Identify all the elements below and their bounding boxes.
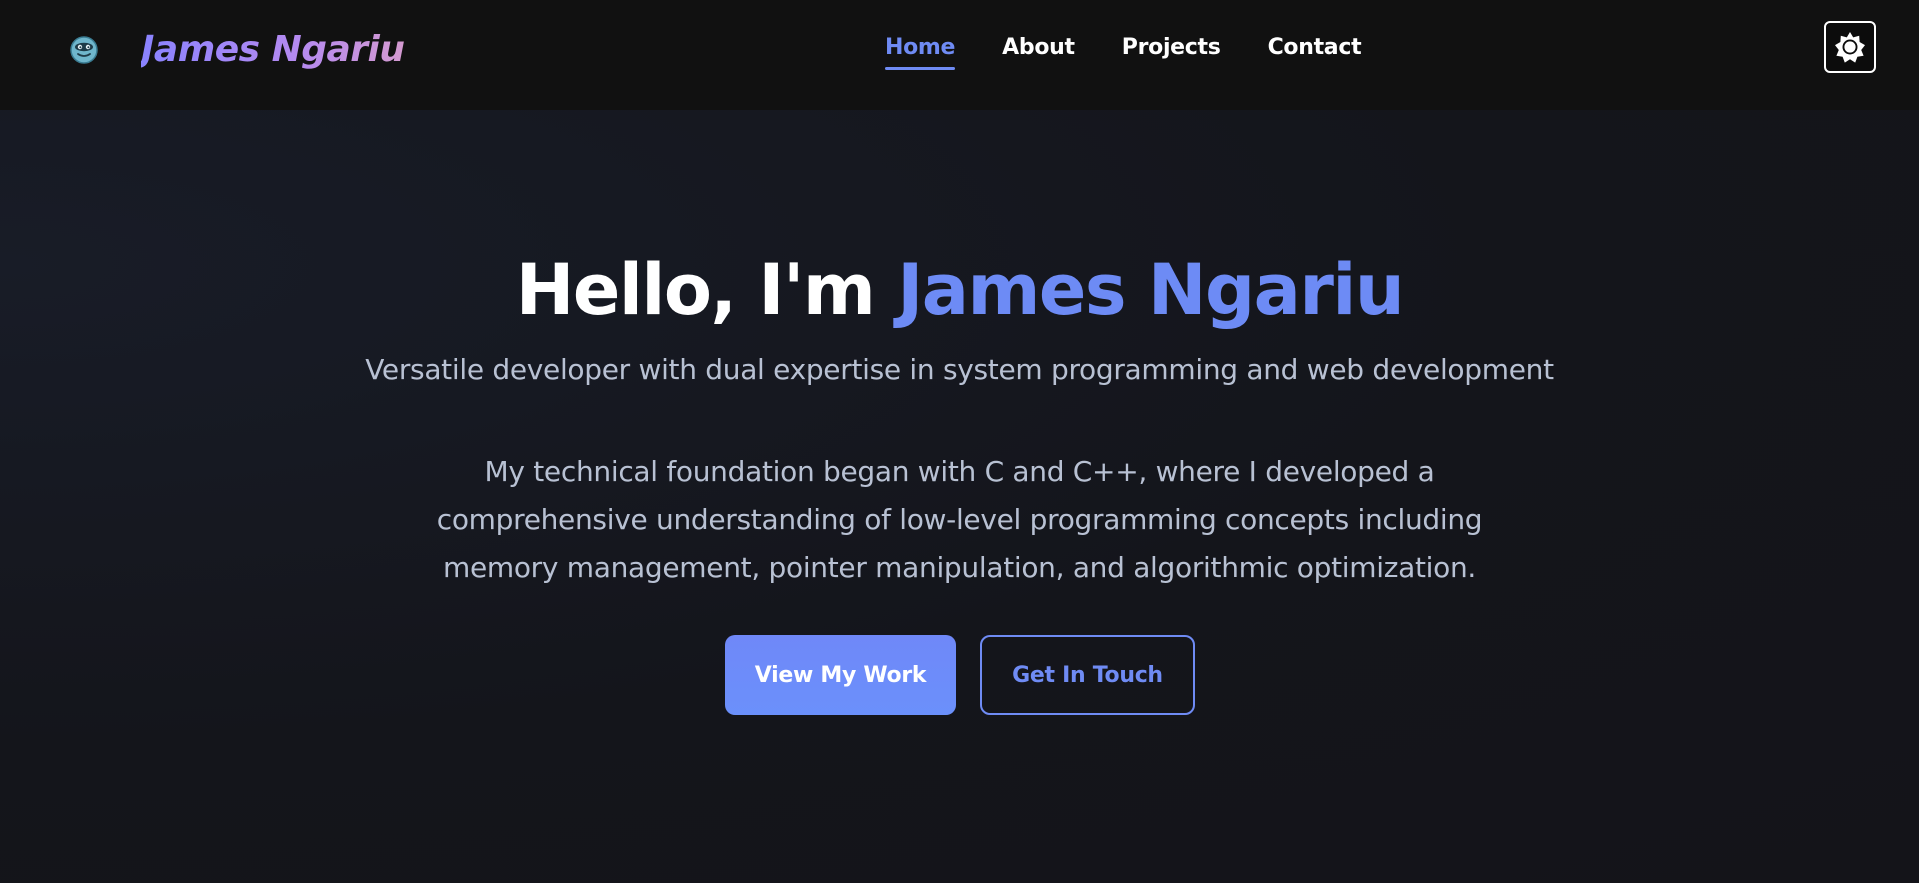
hero-subtitle: Versatile developer with dual expertise … [365,353,1554,386]
theme-toggle-button[interactable] [1824,21,1876,73]
nav-link-contact[interactable]: Contact [1268,34,1362,62]
hero-greeting: Hello, I'm [515,249,898,331]
nav-links: Home About Projects Contact [885,34,1362,70]
hero-section: Hello, I'm James Ngariu Versatile develo… [0,110,1919,883]
nav-link-projects[interactable]: Projects [1122,34,1221,62]
cartoon-face-icon [70,36,98,64]
brand-link[interactable]: James Ngariu [68,30,405,70]
brand-name: James Ngariu [141,29,405,70]
navbar: James Ngariu Home About Projects Contact [0,0,1919,110]
view-my-work-button[interactable]: View My Work [725,635,956,715]
nav-link-about[interactable]: About [1002,34,1075,62]
hero-name: James Ngariu [897,249,1405,331]
nav-link-home[interactable]: Home [885,34,955,70]
get-in-touch-button[interactable]: Get In Touch [980,635,1195,715]
hero-description: My technical foundation began with C and… [436,455,1483,584]
sun-icon [1835,32,1865,63]
hero-title: Hello, I'm James Ngariu [0,244,1919,336]
